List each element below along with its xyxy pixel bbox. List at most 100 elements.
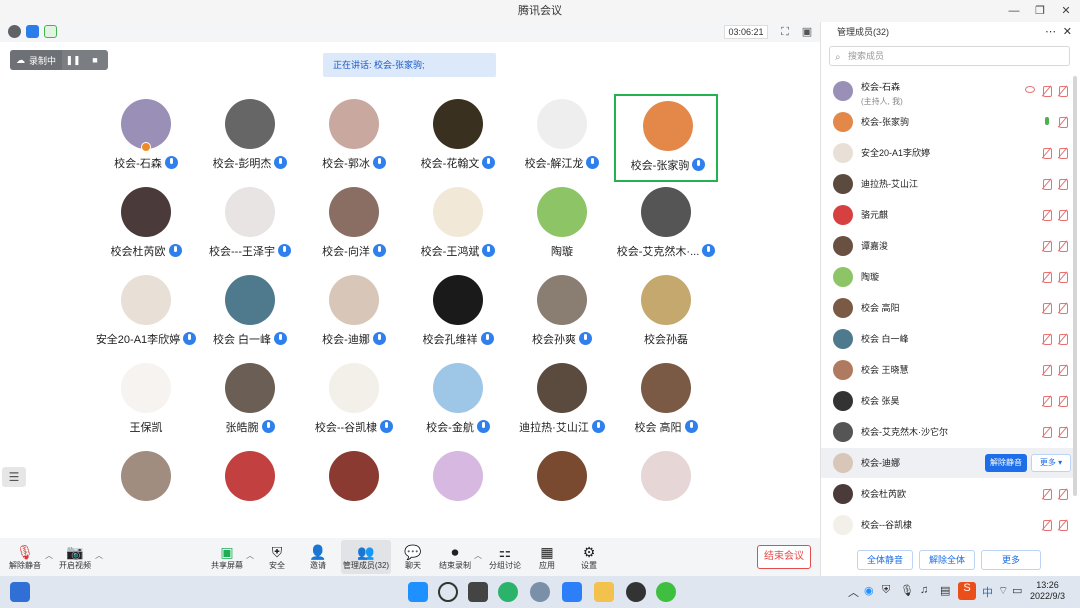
participant-tile[interactable]: 校会孙磊 (614, 270, 718, 358)
participant-tile[interactable]: 校会-迪娜 (302, 270, 406, 358)
member-more-button[interactable]: 更多 ▾ (1031, 454, 1071, 472)
camera-off-icon[interactable] (1057, 302, 1069, 314)
participant-tile[interactable]: 陶璇 (510, 182, 614, 270)
tencent-meeting-icon[interactable] (562, 582, 582, 602)
side-menu-icon[interactable]: ☰ (2, 467, 26, 487)
member-row[interactable]: 安全20-A1李欣婷 (821, 138, 1073, 168)
panel-more-icon[interactable]: ⋯ (1045, 22, 1056, 42)
video-options-caret[interactable]: ︿ (95, 550, 103, 561)
participant-tile[interactable]: 校会杜芮欧 (94, 182, 198, 270)
start-icon[interactable] (408, 582, 428, 602)
member-row[interactable]: 校会--谷凯棣 (821, 510, 1073, 540)
participant-tile[interactable] (510, 446, 614, 534)
record-options-caret[interactable]: ︿ (474, 550, 482, 561)
participant-tile[interactable]: 迪拉热·艾山江 (510, 358, 614, 446)
system-clock[interactable]: 13:26 2022/9/3 (1030, 580, 1065, 602)
participant-tile[interactable]: 王保凯 (94, 358, 198, 446)
mic-off-icon[interactable] (1041, 333, 1053, 345)
tray-expand-icon[interactable]: ︿ (848, 584, 859, 600)
mic-off-icon[interactable] (1041, 240, 1053, 252)
member-list-scrollbar[interactable] (1073, 76, 1077, 496)
participant-tile[interactable]: 校会 高阳 (614, 358, 718, 446)
participant-tile[interactable]: 校会---王泽宇 (198, 182, 302, 270)
member-row[interactable]: 校会-迪娜 解除静音 更多 ▾ (821, 448, 1073, 478)
participant-tile[interactable] (198, 446, 302, 534)
camera-off-icon[interactable] (1057, 147, 1069, 159)
member-row[interactable]: 校会 张昊 (821, 386, 1073, 416)
member-row[interactable]: 骆元麒 (821, 200, 1073, 230)
camera-off-icon[interactable] (1057, 519, 1069, 531)
settings-taskbar-icon[interactable] (530, 582, 550, 602)
manage-members-button[interactable]: 👥 管理成员(32) (341, 540, 391, 574)
security-button[interactable]: ⛨ 安全 (254, 540, 300, 574)
participant-tile[interactable]: 校会-花翰文 (406, 94, 510, 182)
shield-icon[interactable] (26, 25, 39, 38)
participant-tile[interactable]: 张皓腕 (198, 358, 302, 446)
restore-icon[interactable]: ❐ (1034, 0, 1046, 22)
participant-tile[interactable] (614, 446, 718, 534)
participant-tile[interactable]: 校会-郭冰 (302, 94, 406, 182)
participant-tile[interactable] (406, 446, 510, 534)
clipboard-tray-icon[interactable]: ▤ (940, 584, 950, 597)
chat-button[interactable]: 💬 聊天 (390, 540, 436, 574)
participant-tile[interactable]: 校会-解江龙 (510, 94, 614, 182)
settings-button[interactable]: ⚙ 设置 (566, 540, 612, 574)
camera-off-icon[interactable] (1057, 240, 1069, 252)
mic-off-icon[interactable] (1041, 178, 1053, 190)
user-app-icon[interactable] (626, 582, 646, 602)
info-icon[interactable] (8, 25, 21, 38)
participant-tile[interactable]: 校会-王鸿斌 (406, 182, 510, 270)
member-unmute-button[interactable]: 解除静音 (985, 454, 1027, 472)
participant-tile[interactable]: 校会-石森 (94, 94, 198, 182)
member-row[interactable]: 陶璇 (821, 262, 1073, 292)
camera-off-icon[interactable] (1057, 209, 1069, 221)
member-row[interactable]: 校会 高阳 (821, 293, 1073, 323)
apps-button[interactable]: ▦ 应用 (524, 540, 570, 574)
participant-tile[interactable]: 校会孔维祥 (406, 270, 510, 358)
widgets-icon[interactable] (10, 582, 30, 602)
close-icon[interactable]: ✕ (1060, 0, 1072, 22)
mic-off-icon[interactable] (1041, 364, 1053, 376)
mic-off-icon[interactable] (1041, 302, 1053, 314)
more-footer-button[interactable]: 更多 (981, 550, 1041, 570)
start-video-button[interactable]: 📷 开启视频 (52, 540, 98, 574)
unmute-button[interactable]: 🎙 解除静音 (2, 540, 48, 574)
mute-all-button[interactable]: 全体静音 (857, 550, 913, 570)
participant-tile[interactable] (302, 446, 406, 534)
member-row[interactable]: 校会 白一峰 (821, 324, 1073, 354)
camera-off-icon[interactable] (1057, 333, 1069, 345)
participant-tile[interactable]: 安全20-A1李欣婷 (94, 270, 198, 358)
mic-off-icon[interactable] (1041, 85, 1053, 97)
member-row[interactable]: 校会-石森 (主持人, 我) (821, 76, 1073, 106)
battery-icon[interactable]: ▭ (1012, 584, 1022, 597)
qq-icon[interactable]: ◉ (864, 584, 874, 597)
member-row[interactable]: 校会杜芮欧 (821, 479, 1073, 509)
share-options-caret[interactable]: ︿ (246, 550, 254, 561)
layout-icon[interactable]: ▣ (800, 25, 814, 39)
member-search-input[interactable]: ⌕ 搜索成员 (829, 46, 1070, 66)
tray-app-icon[interactable]: ⛨ (882, 584, 890, 597)
end-recording-button[interactable]: ⏺ 结束录制 (432, 540, 478, 574)
share-screen-button[interactable]: ▣ 共享屏幕 (204, 540, 250, 574)
mic-off-icon[interactable] (1041, 519, 1053, 531)
pause-record-button[interactable]: ❚❚ (62, 50, 84, 70)
mic-off-icon[interactable] (1041, 488, 1053, 500)
search-taskbar-icon[interactable] (438, 582, 458, 602)
member-row[interactable]: 校会-艾克然木·沙它尔 (821, 417, 1073, 447)
member-row[interactable]: 迪拉热-艾山江 (821, 169, 1073, 199)
participant-tile[interactable] (94, 446, 198, 534)
mic-off-icon[interactable] (1041, 209, 1053, 221)
participant-tile[interactable]: 校会-彭明杰 (198, 94, 302, 182)
sogou-ime-icon[interactable]: S (958, 582, 976, 600)
camera-off-icon[interactable] (1057, 85, 1069, 97)
participant-tile[interactable]: 校会-向洋 (302, 182, 406, 270)
minimize-icon[interactable]: — (1008, 0, 1020, 22)
stop-record-button[interactable]: ■ (84, 50, 106, 70)
mic-off-icon[interactable] (1041, 147, 1053, 159)
panel-close-icon[interactable]: ✕ (1063, 22, 1072, 42)
member-row[interactable]: 校会-张家驹 (821, 107, 1073, 137)
camera-off-icon[interactable] (1057, 178, 1069, 190)
camera-off-icon[interactable] (1057, 488, 1069, 500)
camera-off-icon[interactable] (1057, 395, 1069, 407)
participant-tile[interactable]: 校会-艾克然木·... (614, 182, 718, 270)
